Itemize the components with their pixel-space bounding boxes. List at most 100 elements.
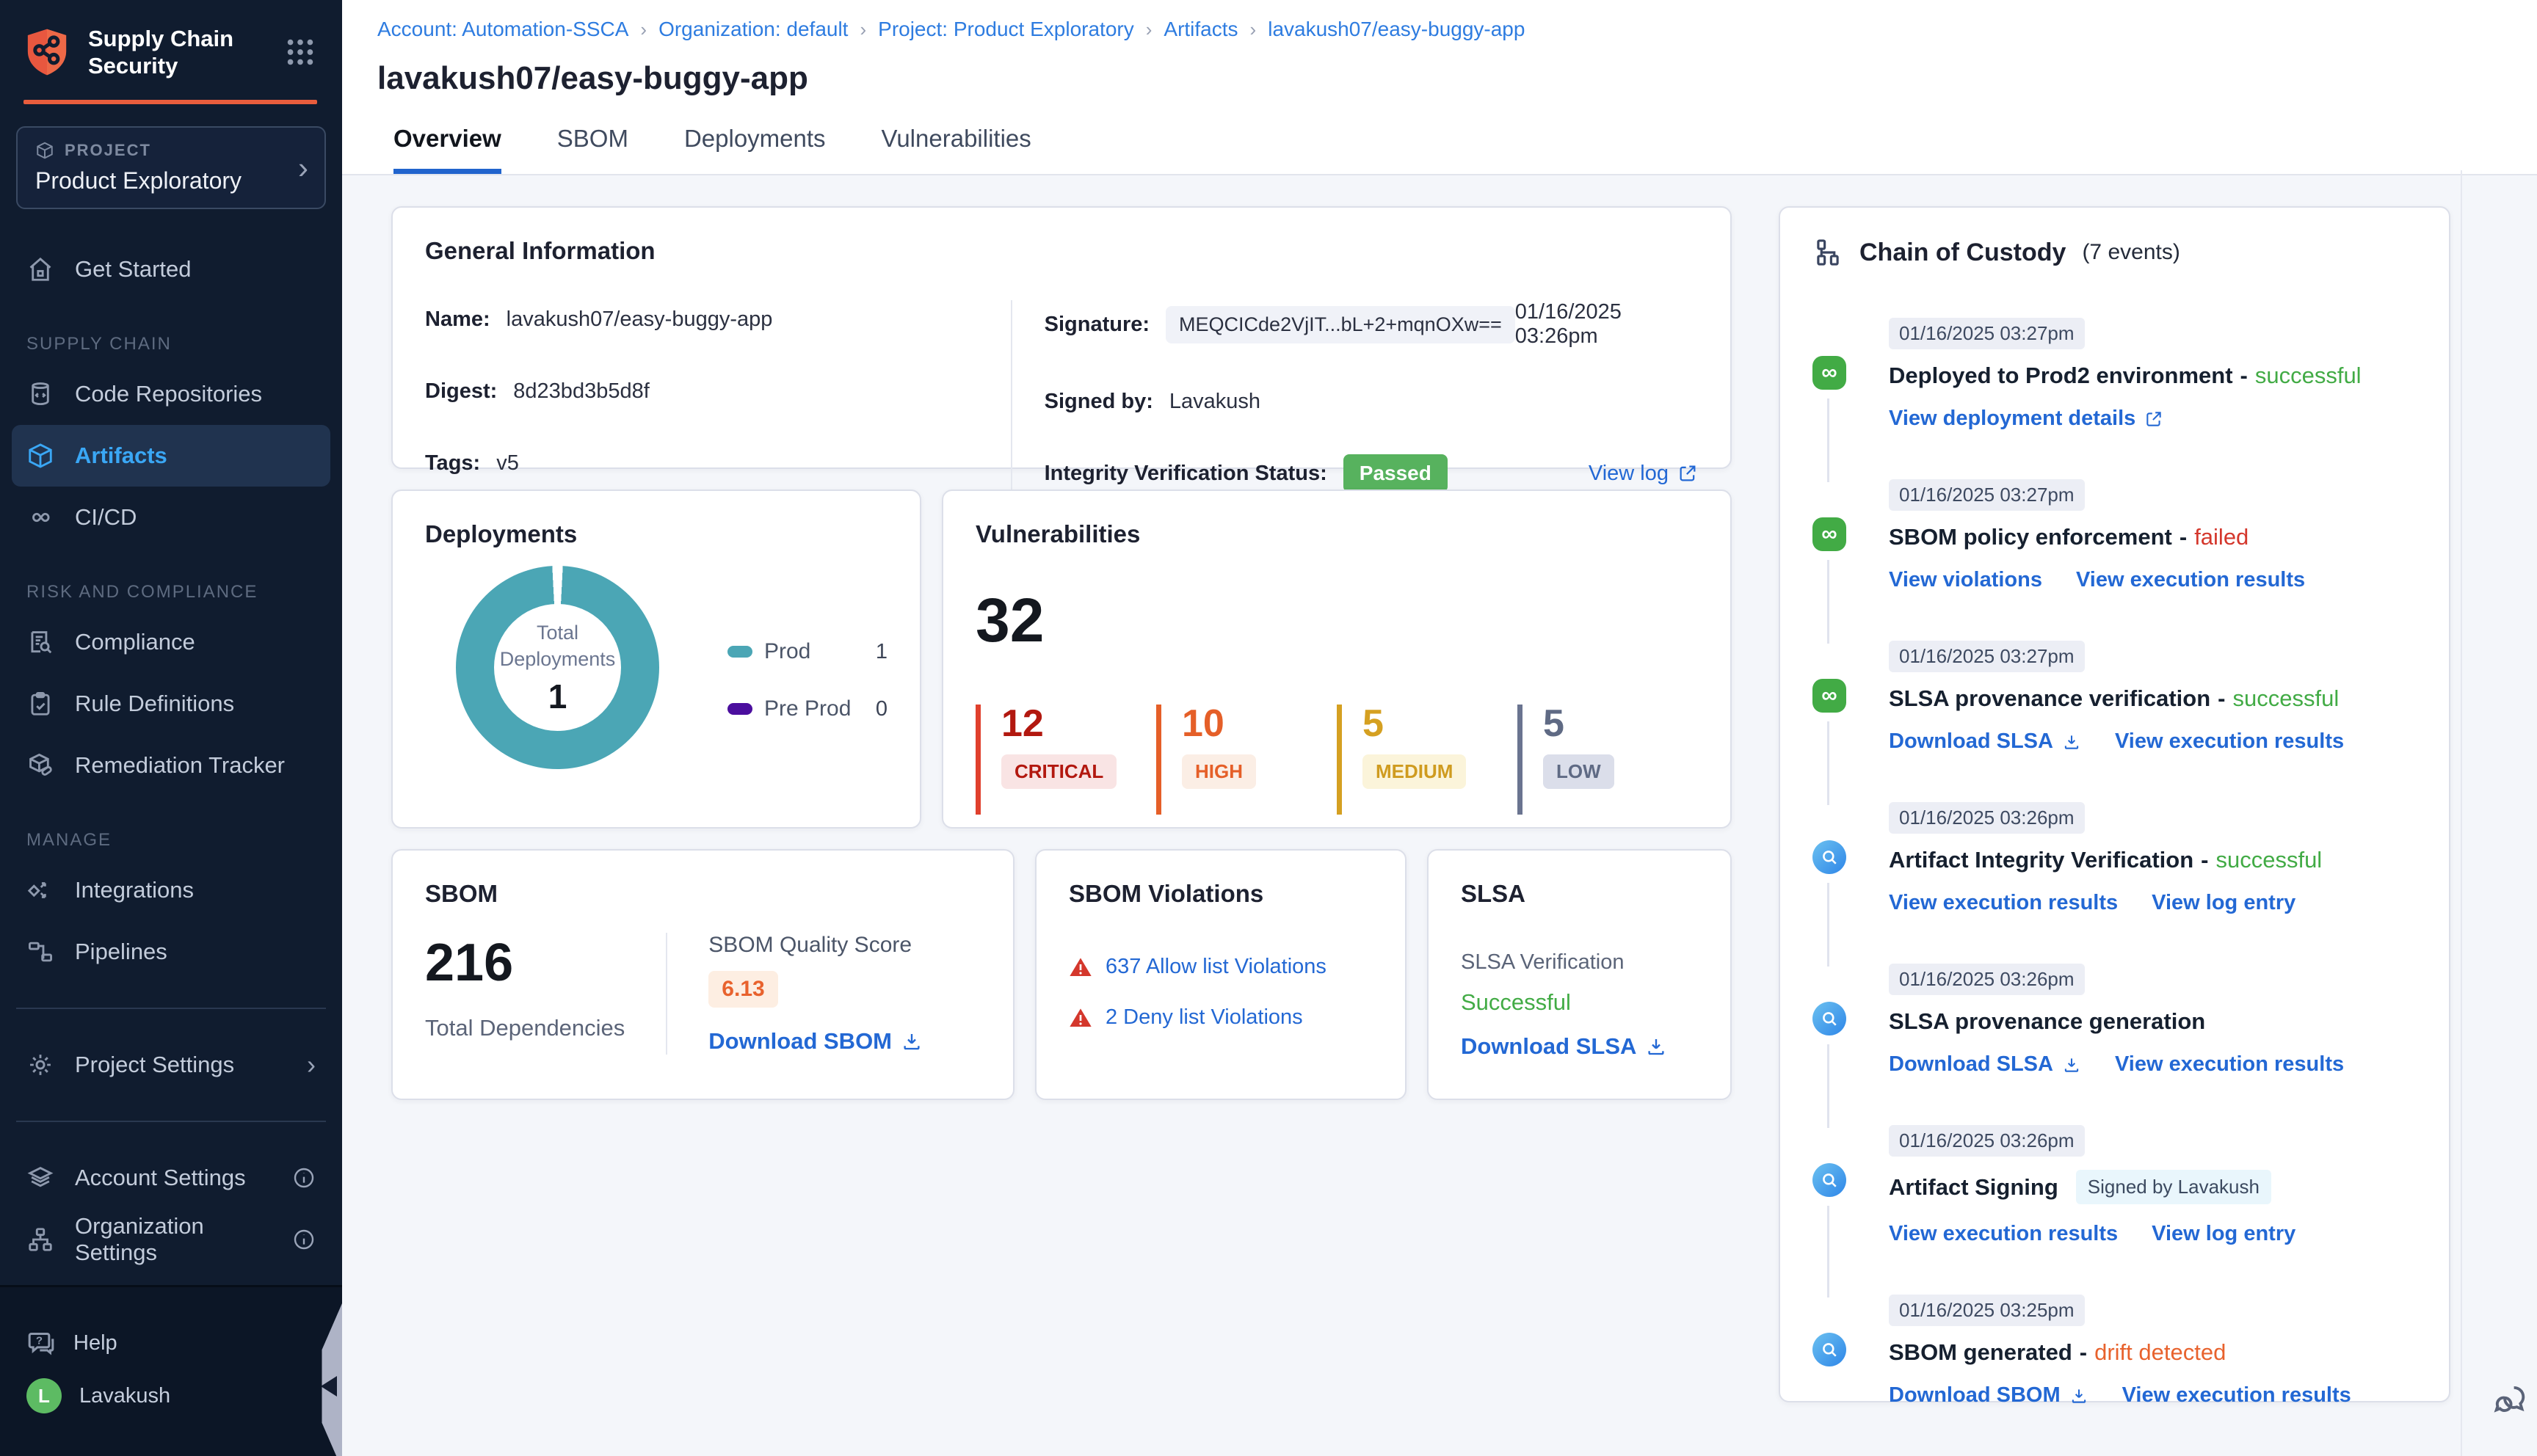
sidebar-item-get-started[interactable]: Get Started (0, 239, 342, 300)
view-execution-results-link[interactable]: View execution results (2076, 568, 2305, 592)
severity-medium: 5 MEDIUM (1337, 705, 1517, 815)
download-slsa-link[interactable]: Download SLSA (1461, 1033, 1667, 1060)
home-icon (26, 255, 56, 283)
chevron-right-icon: › (298, 150, 308, 185)
signature-value: MEQCICde2VjIT...bL+2+mqnOXw== (1166, 305, 1515, 343)
legend-item-prod: Prod 1 (727, 639, 888, 664)
download-icon (2064, 735, 2079, 749)
page-title: lavakush07/easy-buggy-app (377, 60, 808, 96)
remediation-cube-icon (26, 751, 56, 779)
custody-event-artifact-signing: 01/16/2025 03:26pm Artifact Signing Sign… (1812, 1125, 2417, 1297)
severity-low: 5 LOW (1517, 705, 1698, 815)
signed-by-value: Lavakush (1169, 389, 1261, 413)
sidebar-item-pipelines[interactable]: Pipelines (0, 921, 342, 983)
download-slsa-link[interactable]: Download SLSA (1889, 729, 2081, 754)
event-timestamp: 01/16/2025 03:27pm (1889, 318, 2085, 349)
sbom-card: SBOM 216 Total Dependencies SBOM Quality… (391, 849, 1015, 1100)
download-icon (1648, 1039, 1664, 1055)
card-title: SBOM Violations (1069, 880, 1264, 907)
breadcrumb: Account: Automation-SSCA › Organization:… (377, 18, 2537, 41)
breadcrumb-project[interactable]: Project: Product Exploratory (878, 18, 1134, 41)
view-violations-link[interactable]: View violations (1889, 568, 2042, 592)
download-sbom-link[interactable]: Download SBOM (708, 1028, 923, 1055)
section-manage: MANAGE (26, 830, 112, 850)
sidebar-item-integrations[interactable]: Integrations (0, 859, 342, 921)
code-repository-icon (26, 380, 56, 408)
pipeline-link-icon: ∞ (1812, 517, 1846, 551)
sidebar-header: Supply Chain Security (0, 0, 342, 97)
pipeline-link-icon: ∞ (1812, 679, 1846, 713)
support-chat-icon[interactable] (2490, 1380, 2533, 1422)
module-grid-icon[interactable] (283, 35, 317, 69)
vulnerabilities-card: Vulnerabilities 32 12 CRITICAL 10 HIGH 5 (942, 489, 1732, 829)
deny-list-violations-link[interactable]: 2 Deny list Violations (1106, 1005, 1303, 1030)
sidebar-item-artifacts[interactable]: Artifacts (12, 425, 330, 487)
sidebar-item-account-settings[interactable]: Account Settings (0, 1147, 342, 1209)
tab-overview[interactable]: Overview (393, 125, 501, 174)
signed-by-label: Signed by: (1044, 389, 1153, 413)
event-status: successful (2215, 847, 2323, 873)
download-slsa-link[interactable]: Download SLSA (1889, 1052, 2081, 1077)
breadcrumb-current[interactable]: lavakush07/easy-buggy-app (1268, 18, 1525, 41)
project-cube-icon (35, 141, 54, 160)
sidebar-item-compliance[interactable]: Compliance (0, 611, 342, 673)
project-selector-label: PROJECT (65, 141, 151, 159)
sidebar-item-organization-settings[interactable]: Organization Settings (0, 1209, 342, 1270)
view-execution-results-link[interactable]: View execution results (1889, 891, 2118, 915)
event-timestamp: 01/16/2025 03:26pm (1889, 802, 2085, 834)
page-header: Account: Automation-SSCA › Organization:… (342, 0, 2537, 175)
view-execution-results-link[interactable]: View execution results (2115, 729, 2344, 754)
event-status: successful (2254, 363, 2362, 388)
donut-center-value: 1 (548, 677, 567, 716)
event-status: drift detected (2094, 1339, 2226, 1365)
event-status: failed (2194, 524, 2249, 550)
event-title: Deployed to Prod2 environment (1889, 363, 2233, 388)
sidebar-item-remediation-tracker[interactable]: Remediation Tracker (0, 735, 342, 796)
allow-list-violations-row: 637 Allow list Violations (1069, 955, 1373, 979)
allow-list-violations-link[interactable]: 637 Allow list Violations (1106, 955, 1326, 979)
breadcrumb-separator: › (1145, 18, 1153, 40)
signed-by-badge: Signed by Lavakush (2075, 1170, 2271, 1204)
help-button[interactable]: ? Help (26, 1317, 316, 1369)
breadcrumb-separator: › (860, 18, 867, 40)
view-execution-results-link[interactable]: View execution results (1889, 1222, 2118, 1246)
breadcrumb-artifacts[interactable]: Artifacts (1164, 18, 1238, 41)
donut-center-label: Total Deployments (499, 621, 616, 670)
view-deployment-details-link[interactable]: View deployment details (1889, 407, 2163, 431)
view-execution-results-link[interactable]: View execution results (2115, 1052, 2344, 1077)
tab-vulnerabilities[interactable]: Vulnerabilities (882, 125, 1031, 174)
project-selector[interactable]: PROJECT Product Exploratory › (16, 126, 326, 209)
user-menu[interactable]: L Lavakush (26, 1369, 316, 1422)
section-supply-chain: SUPPLY CHAIN (26, 334, 172, 354)
total-dependencies-value: 216 (425, 933, 514, 992)
download-sbom-link[interactable]: Download SBOM (1889, 1383, 2088, 1408)
avatar: L (26, 1378, 62, 1413)
deny-list-violations-row: 2 Deny list Violations (1069, 1005, 1373, 1030)
tab-sbom[interactable]: SBOM (557, 125, 628, 174)
tab-deployments[interactable]: Deployments (684, 125, 826, 174)
chain-of-custody-panel: Chain of Custody (7 events) ∞ 01/16/2025… (1779, 206, 2450, 1407)
sidebar-footer: ? Help L Lavakush (0, 1285, 342, 1456)
sidebar-item-project-settings[interactable]: Project Settings › (0, 1034, 342, 1096)
general-information-card: General Information Name: lavakush07/eas… (391, 206, 1732, 492)
breadcrumb-account[interactable]: Account: Automation-SSCA (377, 18, 628, 41)
slsa-verification-status: Successful (1461, 989, 1571, 1015)
deployments-card: Deployments Total Deployments 1 Prod 1 P… (391, 489, 921, 829)
sidebar-item-rule-definitions[interactable]: Rule Definitions (0, 673, 342, 735)
view-log-link[interactable]: View log (1589, 462, 1698, 486)
sidebar-item-cicd[interactable]: CI/CD (0, 487, 342, 548)
slsa-verification-label: SLSA Verification (1461, 950, 1625, 974)
custody-event-slsa-verification: ∞ 01/16/2025 03:27pm SLSA provenance ver… (1812, 641, 2417, 805)
org-chart-icon (26, 1226, 56, 1253)
sidebar-item-code-repositories[interactable]: Code Repositories (0, 363, 342, 425)
card-title: SBOM (425, 880, 498, 907)
user-name: Lavakush (79, 1383, 171, 1408)
tabs: Overview SBOM Deployments Vulnerabilitie… (377, 125, 2537, 174)
sidebar: Supply Chain Security PROJECT Product Ex… (0, 0, 342, 1456)
breadcrumb-organization[interactable]: Organization: default (658, 18, 848, 41)
sbom-quality-score-value: 6.13 (708, 971, 778, 1008)
view-log-entry-link[interactable]: View log entry (2152, 1222, 2295, 1246)
card-title: General Information (425, 237, 656, 264)
view-log-entry-link[interactable]: View log entry (2152, 891, 2295, 915)
view-execution-results-link[interactable]: View execution results (2122, 1383, 2351, 1408)
